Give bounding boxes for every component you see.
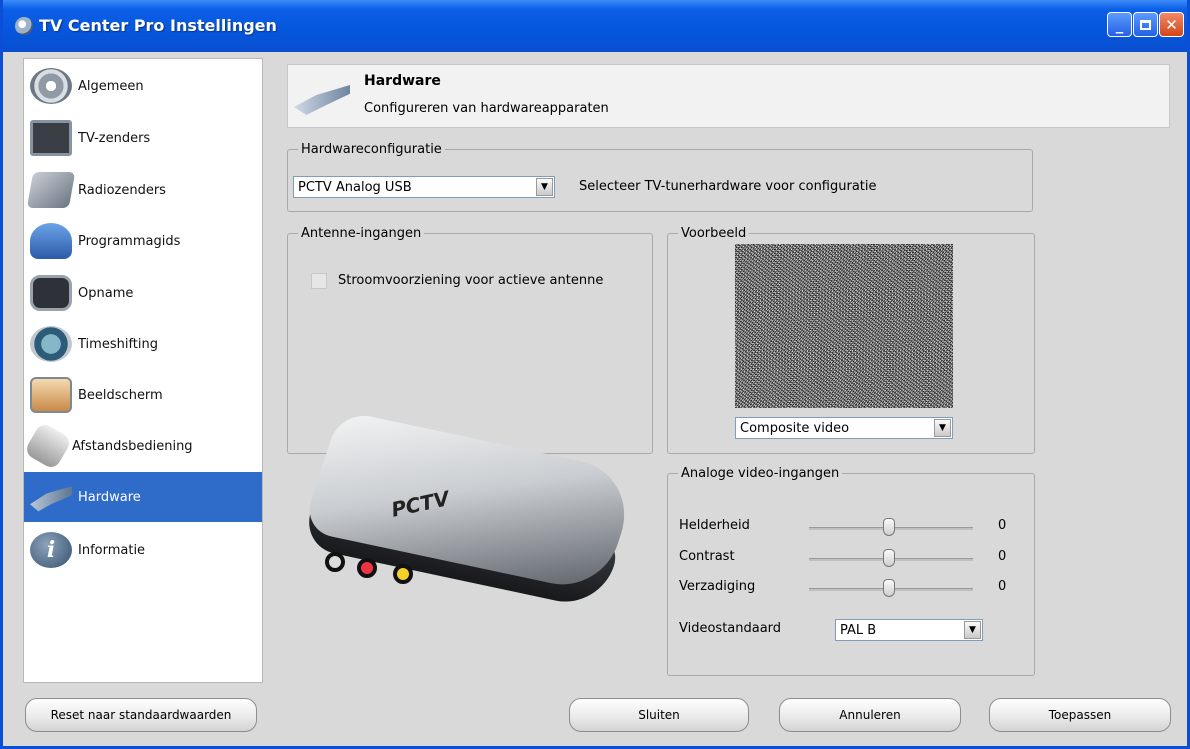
sidebar-item-label: Afstandsbediening [72,438,193,454]
apply-button[interactable]: Toepassen [989,698,1171,732]
device-body [301,410,641,594]
page-subtitle: Configureren van hardwareapparaten [364,101,609,116]
antenna-power-checkbox[interactable] [311,273,327,289]
cancel-button[interactable]: Annuleren [779,698,961,732]
contrast-value: 0 [998,549,1007,564]
sidebar-item-opname[interactable]: Opname [24,268,262,318]
sidebar-item-afstandsbediening[interactable]: Afstandsbediening [23,421,262,471]
sidebar-item-label: Timeshifting [78,336,158,352]
page-header: Hardware Configureren van hardwareappara… [287,64,1170,128]
sidebar-item-label: Hardware [78,489,141,505]
video-source-value: Composite video [740,420,850,436]
sidebar-item-label: Programmagids [78,233,181,249]
brightness-label: Helderheid [679,518,750,533]
hardware-device-value: PCTV Analog USB [298,179,412,195]
antenna-group: Antenne-ingangen [287,226,653,454]
recording-icon [30,275,72,311]
sidebar-item-beeldscherm[interactable]: Beeldscherm [24,370,262,420]
video-jack [325,552,345,572]
program-guide-icon [30,223,72,259]
hardware-icon [30,486,72,512]
video-source-select[interactable]: Composite video ▼ [735,417,953,439]
antenna-power-label: Stroomvoorziening voor actieve antenne [338,273,604,288]
close-button[interactable]: Sluiten [569,698,749,732]
sidebar-item-programmagids[interactable]: Programmagids [24,216,262,266]
display-icon [30,377,72,413]
app-icon [15,17,33,35]
saturation-label: Verzadiging [679,579,756,594]
brightness-slider-thumb[interactable] [883,518,895,536]
video-standard-value: PAL B [840,622,877,638]
analog-video-legend: Analoge video-ingangen [678,466,843,481]
sidebar-item-radiozenders[interactable]: Radiozenders [24,165,262,215]
sidebar-item-timeshifting[interactable]: Timeshifting [24,319,262,369]
tv-icon [30,120,72,156]
maximize-button[interactable] [1133,12,1158,37]
hardware-icon [294,85,350,115]
brightness-value: 0 [998,518,1007,533]
saturation-value: 0 [998,579,1007,594]
maximize-icon [1140,19,1151,30]
pctv-device-image: PCTV [299,410,641,610]
preview-legend: Voorbeeld [678,226,750,241]
audio-left-jack [393,564,413,584]
sidebar-item-label: Informatie [78,542,146,558]
client-area: Algemeen TV-zenders Radiozenders Program… [3,52,1187,746]
chevron-down-icon: ▼ [536,178,553,196]
close-window-button[interactable]: ✕ [1159,12,1184,37]
sidebar-item-tv-zenders[interactable]: TV-zenders [24,113,262,163]
close-icon: ✕ [1165,15,1178,34]
sidebar-item-label: Opname [78,285,134,301]
minimize-icon: _ [1115,15,1124,34]
video-standard-select[interactable]: PAL B ▼ [835,619,983,641]
sidebar-item-algemeen[interactable]: Algemeen [24,61,262,111]
radio-icon [26,172,76,208]
hardware-config-legend: Hardwareconfiguratie [298,142,445,157]
contrast-slider-thumb[interactable] [883,549,895,567]
title-bar[interactable]: TV Center Pro Instellingen _ ✕ [3,0,1187,52]
sidebar-item-label: Radiozenders [78,182,166,198]
reset-defaults-button[interactable]: Reset naar standaardwaarden [25,698,257,732]
window-title: TV Center Pro Instellingen [39,16,277,35]
hardware-device-select[interactable]: PCTV Analog USB ▼ [293,176,555,198]
video-preview [735,244,953,408]
remote-control-icon [23,421,73,471]
timeshifting-icon [30,326,72,362]
video-standard-label: Videostandaard [679,621,782,636]
sidebar-item-label: Beeldscherm [78,387,163,403]
settings-icon [30,68,72,104]
contrast-label: Contrast [679,549,735,564]
settings-window: TV Center Pro Instellingen _ ✕ Algemeen … [0,0,1190,749]
antenna-legend: Antenne-ingangen [298,226,425,241]
sidebar: Algemeen TV-zenders Radiozenders Program… [23,58,263,683]
saturation-slider-thumb[interactable] [883,579,895,597]
hardware-hint: Selecteer TV-tunerhardware voor configur… [579,179,877,194]
analog-video-group: Analoge video-ingangen [667,466,1035,676]
sidebar-item-label: TV-zenders [78,130,151,146]
sidebar-item-label: Algemeen [78,78,144,94]
info-icon: i [30,532,72,568]
audio-right-jack [357,558,377,578]
chevron-down-icon: ▼ [964,621,981,639]
sidebar-item-hardware[interactable]: Hardware [24,472,262,522]
minimize-button[interactable]: _ [1107,12,1132,37]
chevron-down-icon: ▼ [934,419,951,437]
page-title: Hardware [364,73,441,89]
sidebar-item-informatie[interactable]: i Informatie [24,525,262,575]
